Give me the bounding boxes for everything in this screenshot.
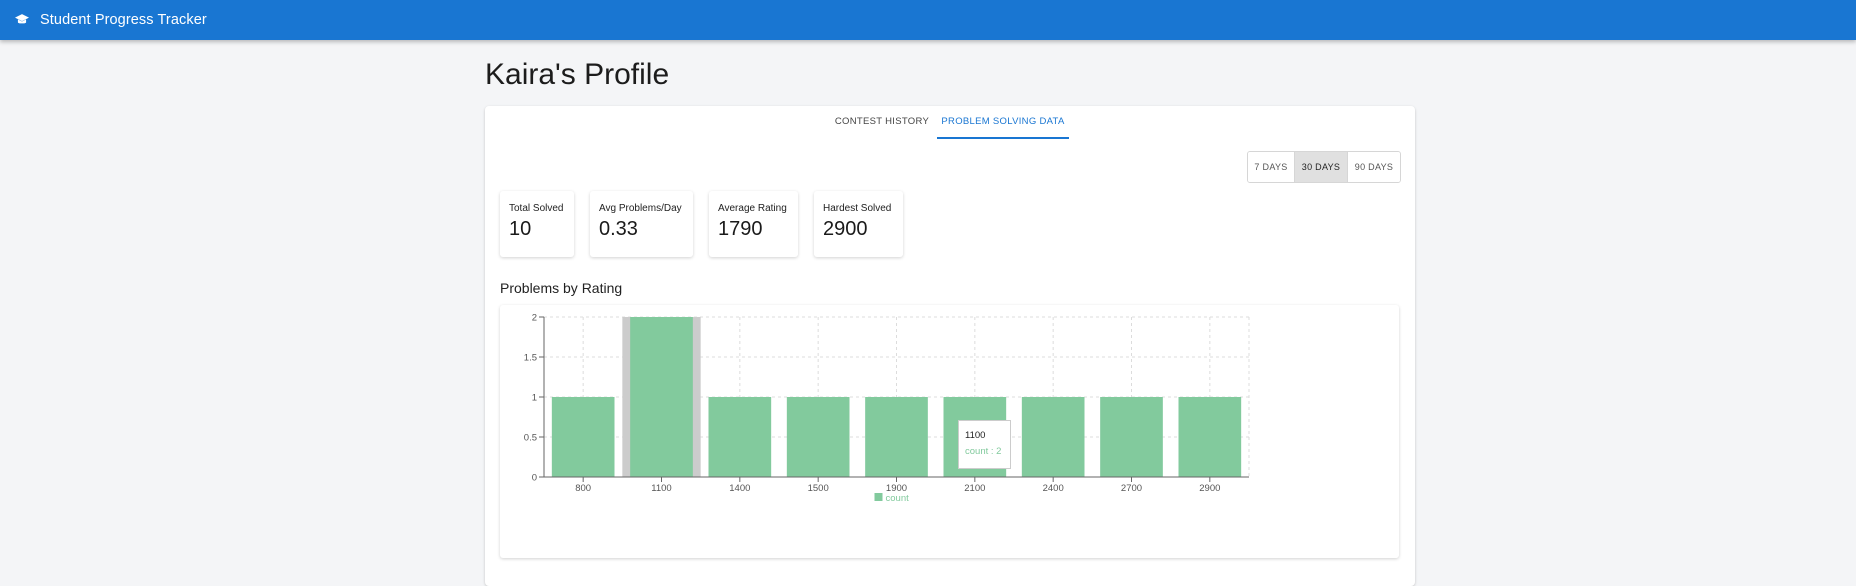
app-bar: Student Progress Tracker	[0, 0, 1856, 40]
x-tick-label: 2100	[964, 483, 985, 494]
graduation-cap-icon	[14, 12, 30, 28]
bar-2400[interactable]	[1021, 397, 1085, 477]
stat-label: Avg Problems/Day	[599, 203, 682, 214]
range-7-days-button[interactable]: 7 DAYS	[1248, 152, 1295, 182]
y-tick-label: 2	[532, 313, 537, 324]
stat-value: 10	[509, 218, 532, 240]
stat-label: Average Rating	[718, 203, 787, 214]
bar-1100[interactable]	[630, 317, 693, 477]
legend-label: count	[886, 493, 910, 504]
y-tick-label: 1.5	[524, 353, 537, 364]
app-title: Student Progress Tracker	[40, 12, 207, 28]
range-toggle-group: 7 DAYS 30 DAYS 90 DAYS	[1247, 151, 1401, 183]
tooltip-value: count : 2	[965, 446, 1002, 457]
x-tick-label: 1400	[729, 483, 750, 494]
chart-tooltip: 1100 count : 2	[958, 420, 1011, 469]
x-tick-label: 800	[575, 483, 591, 494]
bar-2700[interactable]	[1100, 397, 1163, 477]
stat-value: 0.33	[599, 218, 638, 240]
stat-value: 2900	[823, 218, 868, 240]
x-tick-label: 2400	[1043, 483, 1064, 494]
stat-label: Total Solved	[509, 203, 564, 214]
y-tick-label: 1	[532, 393, 537, 404]
bar-1400[interactable]	[708, 397, 772, 477]
bar-1900[interactable]	[865, 397, 928, 477]
stat-card-total-solved: Total Solved 10	[500, 191, 574, 257]
tooltip-label: 1100	[965, 430, 986, 441]
page-title: Kaira's Profile	[485, 58, 670, 91]
range-30-days-button[interactable]: 30 DAYS	[1295, 152, 1348, 182]
legend-swatch	[874, 493, 883, 501]
x-tick-label: 2700	[1121, 483, 1142, 494]
stat-card-avg-problems: Avg Problems/Day 0.33	[590, 191, 693, 257]
tab-bar: CONTEST HISTORY PROBLEM SOLVING DATA	[485, 106, 1415, 139]
x-tick-label: 1100	[651, 483, 671, 494]
chart-card: 0 0.5 1 1.5 2 800 1100 1400 1500 1900 2100 2400 2700…	[500, 305, 1399, 558]
stat-card-hardest-solved: Hardest Solved 2900	[814, 191, 903, 257]
y-tick-label: 0.5	[524, 433, 537, 444]
stat-card-average-rating: Average Rating 1790	[709, 191, 798, 257]
x-tick-label: 1500	[808, 483, 829, 494]
profile-card: CONTEST HISTORY PROBLEM SOLVING DATA 7 D…	[485, 106, 1415, 586]
stat-label: Hardest Solved	[823, 203, 892, 214]
tab-contest-history[interactable]: CONTEST HISTORY	[832, 106, 932, 137]
bar-800[interactable]	[551, 397, 615, 477]
range-90-days-button[interactable]: 90 DAYS	[1348, 152, 1400, 182]
bar-2900[interactable]	[1178, 397, 1242, 477]
tab-problem-solving-data[interactable]: PROBLEM SOLVING DATA	[937, 106, 1069, 139]
chart-section-title: Problems by Rating	[500, 280, 623, 296]
y-tick-label: 0	[532, 473, 537, 484]
x-tick-label: 2900	[1199, 483, 1220, 494]
stat-value: 1790	[718, 218, 763, 240]
bar-1500[interactable]	[786, 397, 850, 477]
problems-by-rating-chart[interactable]: 00.511.52800 1100 1400 1500 1900 2100 2400 2700…	[500, 305, 1399, 558]
